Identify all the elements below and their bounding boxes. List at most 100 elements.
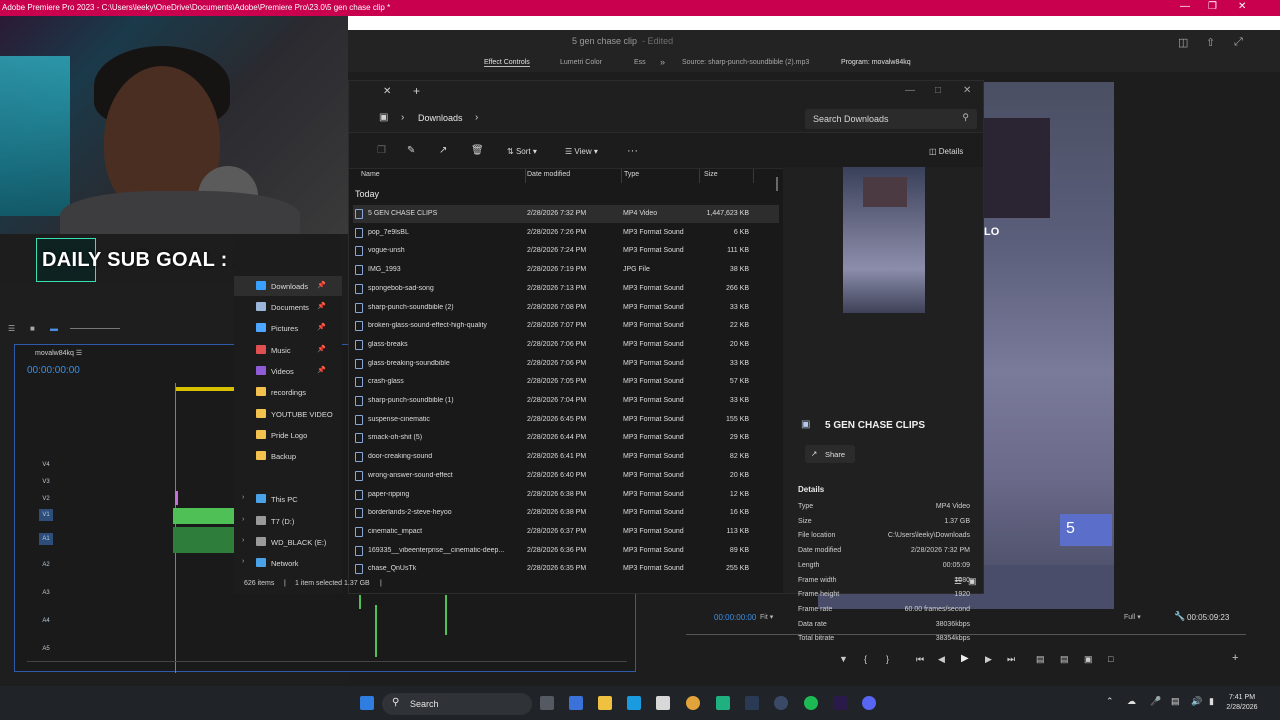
- nav-item-music[interactable]: Music 📌: [234, 340, 342, 360]
- play-icon[interactable]: ▶: [961, 653, 969, 664]
- column-type[interactable]: Type: [624, 171, 639, 178]
- panel-icon[interactable]: ◫: [1178, 36, 1188, 49]
- file-row[interactable]: crash-glass 2/28/2026 7:05 PM MP3 Format S…: [353, 373, 779, 391]
- file-row[interactable]: spongebob-sad-song 2/28/2026 7:13 PM MP3 F…: [353, 280, 779, 298]
- program-timecode[interactable]: 00:00:00:00: [714, 613, 756, 622]
- lift-icon[interactable]: ▤: [1036, 654, 1045, 665]
- desktop-icon[interactable]: ▣: [379, 112, 388, 123]
- tab-effect-controls[interactable]: Effect Controls: [484, 59, 530, 67]
- rename-icon[interactable]: ✎: [407, 145, 415, 156]
- search-downloads-input[interactable]: Search Downloads ⚲: [805, 109, 977, 129]
- mark-out-icon[interactable]: }: [886, 654, 889, 664]
- tab-essential[interactable]: Ess: [634, 59, 646, 66]
- file-row[interactable]: wrong-answer-sound-effect 2/28/2026 6:40 …: [353, 467, 779, 485]
- chrome-icon[interactable]: [686, 696, 700, 710]
- timeline-scrollbar[interactable]: [27, 661, 627, 662]
- group-header-today[interactable]: Today: [355, 189, 379, 199]
- file-row[interactable]: 169335__vibeenterprise__cinematic-deep..…: [353, 542, 779, 560]
- track-v3[interactable]: V3: [39, 476, 53, 488]
- video-clip[interactable]: [173, 508, 235, 524]
- step-back-icon[interactable]: ◀: [938, 654, 945, 665]
- graphic-clip[interactable]: [175, 491, 178, 505]
- expand-chevron-icon[interactable]: ›: [242, 558, 244, 565]
- close-button[interactable]: ✕: [1238, 1, 1246, 12]
- explorer-maximize-button[interactable]: □: [935, 85, 941, 96]
- track-a2[interactable]: A2: [39, 559, 53, 571]
- nav-item-t7-d[interactable]: › T7 (D:): [234, 511, 342, 531]
- track-a3[interactable]: A3: [39, 587, 53, 599]
- expand-chevron-icon[interactable]: ›: [242, 537, 244, 544]
- share-button[interactable]: ↗ Share: [805, 445, 855, 463]
- file-row[interactable]: glass-breaking-soundbible 2/28/2026 7:06 …: [353, 355, 779, 373]
- breadcrumb-downloads[interactable]: Downloads: [418, 113, 463, 123]
- file-row[interactable]: borderlands-2-steve-heyoo 2/28/2026 6:38 …: [353, 504, 779, 522]
- file-row[interactable]: glass-breaks 2/28/2026 7:06 PM MP3 Format …: [353, 336, 779, 354]
- details-pane-button[interactable]: ◫ Details: [929, 147, 963, 156]
- marker-icon[interactable]: ▼: [839, 654, 848, 664]
- copilot-icon[interactable]: [569, 696, 583, 710]
- go-to-in-icon[interactable]: ⏮: [916, 654, 924, 665]
- details-view-icon[interactable]: ☰: [954, 576, 962, 587]
- share-icon[interactable]: ⇧: [1206, 36, 1215, 49]
- mic-icon[interactable]: 🎤: [1150, 696, 1161, 707]
- camera-icon[interactable]: ▣: [1084, 654, 1093, 665]
- start-icon[interactable]: [360, 696, 374, 710]
- discord-icon[interactable]: [862, 696, 876, 710]
- go-to-out-icon[interactable]: ⏭: [1007, 654, 1015, 665]
- work-area-bar[interactable]: [175, 387, 237, 391]
- mark-in-icon[interactable]: {: [864, 654, 867, 664]
- volume-icon[interactable]: 🔊: [1191, 696, 1202, 707]
- file-row[interactable]: IMG_1993 2/28/2026 7:19 PM JPG File 38 KB: [353, 261, 779, 279]
- file-row[interactable]: door-creaking-sound 2/28/2026 6:41 PM MP3 …: [353, 448, 779, 466]
- minimize-button[interactable]: —: [1180, 1, 1190, 12]
- freeform-view-icon[interactable]: ▬: [50, 324, 58, 333]
- file-row[interactable]: chase_QnUsTk 2/28/2026 6:35 PM MP3 Format …: [353, 560, 779, 578]
- track-a5[interactable]: A5: [39, 643, 53, 655]
- copy-icon[interactable]: ❐: [377, 145, 386, 156]
- taskbar-clock[interactable]: 7:41 PM 2/28/2026: [1212, 693, 1272, 713]
- wrench-icon[interactable]: 🔧: [1174, 611, 1185, 622]
- expand-chevron-icon[interactable]: ›: [242, 494, 244, 501]
- file-row[interactable]: vogue-unsh 2/28/2026 7:24 PM MP3 Format So…: [353, 242, 779, 260]
- nav-item-wd-black-e[interactable]: › WD_BLACK (E:): [234, 532, 342, 552]
- obs-icon[interactable]: [774, 696, 788, 710]
- new-tab-button[interactable]: +: [413, 84, 420, 98]
- steam-icon[interactable]: [745, 696, 759, 710]
- add-button-icon[interactable]: +: [1232, 652, 1238, 664]
- more-tabs-icon[interactable]: »: [660, 57, 665, 67]
- column-name[interactable]: Name: [361, 171, 380, 178]
- list-view-icon[interactable]: ☰: [8, 324, 15, 333]
- track-a4[interactable]: A4: [39, 615, 53, 627]
- nav-item-documents[interactable]: Documents 📌: [234, 297, 342, 317]
- file-explorer-icon[interactable]: [598, 696, 612, 710]
- taskbar-search-box[interactable]: ⚲ Search: [382, 693, 532, 715]
- track-a1[interactable]: A1: [39, 533, 53, 545]
- file-row[interactable]: pop_7e9lsBL 2/28/2026 7:26 PM MP3 Format S…: [353, 224, 779, 242]
- compare-icon[interactable]: □: [1108, 654, 1113, 664]
- nav-item-network[interactable]: › Network: [234, 553, 342, 573]
- audio-clip-a1[interactable]: [173, 527, 235, 553]
- nav-item-downloads[interactable]: Downloads 📌: [234, 276, 342, 296]
- fullscreen-icon[interactable]: ⤢: [1234, 36, 1243, 49]
- tiles-view-icon[interactable]: ▣: [968, 576, 977, 587]
- close-tab-icon[interactable]: ✕: [383, 86, 391, 97]
- explorer-close-button[interactable]: ✕: [963, 85, 971, 96]
- audio-clip-wave[interactable]: [375, 605, 377, 657]
- step-forward-icon[interactable]: ▶: [985, 654, 992, 665]
- timeline-timecode[interactable]: 00:00:00:00: [27, 365, 80, 376]
- explorer-minimize-button[interactable]: —: [905, 85, 915, 96]
- track-v1[interactable]: V1: [39, 509, 53, 521]
- file-row[interactable]: sharp-punch-soundbible (1) 2/28/2026 7:04…: [353, 392, 779, 410]
- file-row[interactable]: sharp-punch-soundbible (2) 2/28/2026 7:08…: [353, 299, 779, 317]
- file-row[interactable]: suspense-cinematic 2/28/2026 6:45 PM MP3 F…: [353, 411, 779, 429]
- audio-clip-small[interactable]: [359, 595, 361, 609]
- track-v2[interactable]: V2: [39, 493, 53, 505]
- column-size[interactable]: Size: [704, 171, 718, 178]
- file-row[interactable]: broken-glass-sound-effect-high-quality 2/…: [353, 317, 779, 335]
- file-list-scrollbar[interactable]: [776, 177, 778, 191]
- maximize-button[interactable]: ❐: [1208, 1, 1217, 12]
- edge-icon[interactable]: [627, 696, 641, 710]
- file-row[interactable]: smack-oh-shit (5) 2/28/2026 6:44 PM MP3 Fo…: [353, 429, 779, 447]
- extract-icon[interactable]: ▤: [1060, 654, 1069, 665]
- app-icon[interactable]: [716, 696, 730, 710]
